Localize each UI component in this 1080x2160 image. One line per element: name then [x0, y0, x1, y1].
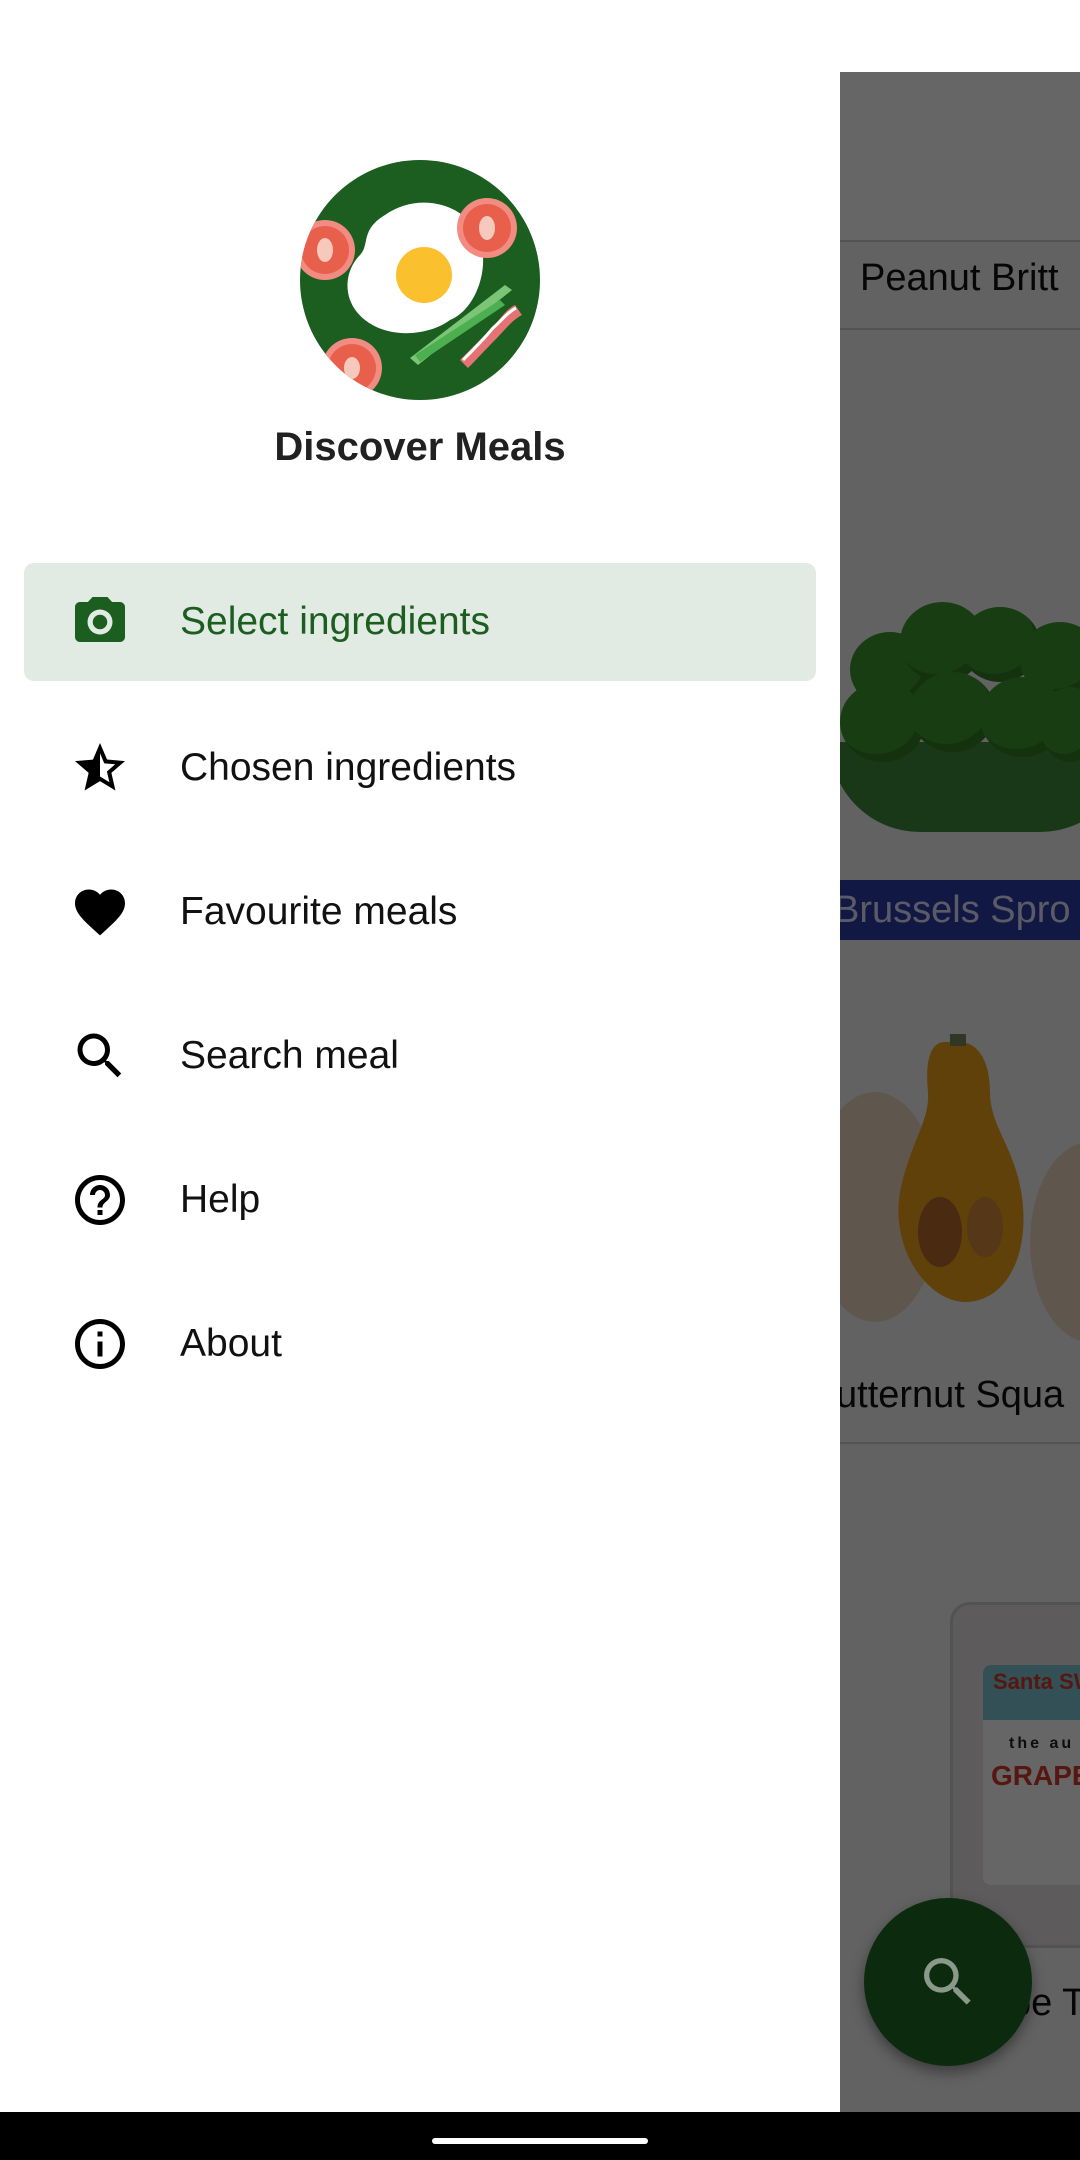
- info-icon: [75, 1319, 125, 1369]
- search-icon: [77, 1033, 122, 1078]
- app-title: Discover Meals: [274, 425, 566, 469]
- nav-item-favourite-meals[interactable]: Favourite meals: [24, 853, 816, 971]
- fried-egg-logo: [300, 160, 540, 400]
- nav-item-label: Favourite meals: [180, 890, 458, 933]
- nav-item-label: Search meal: [180, 1034, 399, 1077]
- nav-item-search-meal[interactable]: Search meal: [24, 997, 816, 1115]
- nav-item-label: Chosen ingredients: [180, 746, 517, 789]
- camera-icon: [75, 597, 125, 642]
- search-icon: [924, 1958, 971, 2005]
- nav-item-select-ingredients[interactable]: Select ingredients: [24, 563, 816, 681]
- heart-icon: [75, 889, 125, 936]
- nav-item-label: Help: [180, 1178, 261, 1221]
- nav-item-label: About: [180, 1322, 282, 1365]
- nav-item-help[interactable]: Help: [24, 1141, 816, 1259]
- nav-item-label: Select ingredients: [180, 600, 491, 643]
- star-half-icon: [75, 743, 125, 791]
- search-fab[interactable]: [864, 1898, 1032, 2066]
- drawer-scrim[interactable]: [840, 72, 1080, 2112]
- nav-item-chosen-ingredients[interactable]: Chosen ingredients: [24, 709, 816, 827]
- navigation-drawer: Discover Meals Select ingredients Chosen…: [0, 0, 840, 2112]
- home-gesture-handle[interactable]: [432, 2138, 648, 2144]
- system-navigation-bar: [0, 2112, 1080, 2160]
- help-circle-icon: [75, 1175, 125, 1225]
- nav-item-about[interactable]: About: [24, 1285, 816, 1403]
